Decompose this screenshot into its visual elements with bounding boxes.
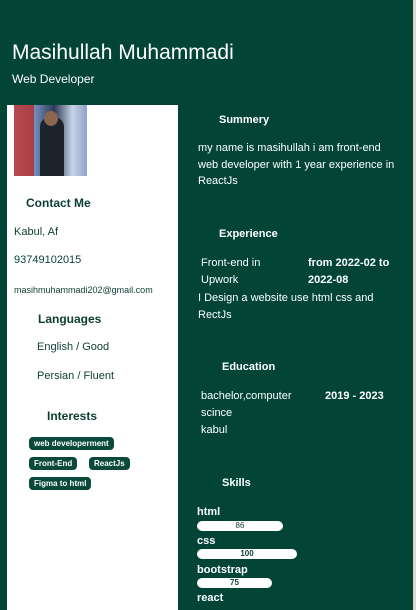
job-title: Web Developer [12,72,95,86]
interests-heading: Interests [47,409,98,423]
contact-phone: 93749102015 [14,254,82,266]
interest-chip: web developerment [29,437,114,450]
contact-heading: Contact Me [26,196,91,210]
education-period: 2019 - 2023 [325,390,384,402]
contact-location: Kabul, Af [14,226,59,238]
skill-bar: 86 [197,521,283,531]
skill-name: html [197,506,221,518]
skill-bar: 75 [197,578,272,588]
sidebar: Contact Me Kabul, Af 93749102015 masihmu… [7,105,178,610]
experience-role-line2: Upwork [201,274,239,286]
experience-role-line1: Front-end in [201,257,261,269]
resume-page: Masihullah Muhammadi Web Developer Conta… [0,0,413,610]
skill-bar: 100 [197,549,297,559]
skill-name: css [197,535,216,547]
contact-email[interactable]: masihmuhammadi202@gmail.com [14,285,153,295]
education-degree-line2: scince [201,407,233,419]
experience-period-line2: 2022-08 [308,274,349,286]
skills-heading: Skills [222,477,251,489]
interest-chip: ReactJs [89,457,130,470]
skill-name: bootstrap [197,564,248,576]
language-item: Persian / Fluent [37,370,115,382]
skill-name: react [197,592,224,604]
interest-chip: Front-End [29,457,78,470]
full-name: Masihullah Muhammadi [12,41,234,64]
summary-text: my name is masihullah i am front-end web… [198,142,395,187]
interest-chip: Figma to html [29,477,92,490]
education-degree-line1: bachelor,computer [201,390,292,402]
education-heading: Education [222,361,276,373]
profile-photo [14,105,87,176]
education-degree-line3: kabul [201,424,228,436]
language-item: English / Good [37,341,110,353]
experience-period-line1: from 2022-02 to [308,257,390,269]
languages-heading: Languages [38,312,102,326]
experience-description: I Design a website use html css and Rect… [198,292,374,321]
summary-heading: Summery [219,114,270,126]
experience-heading: Experience [219,228,278,240]
